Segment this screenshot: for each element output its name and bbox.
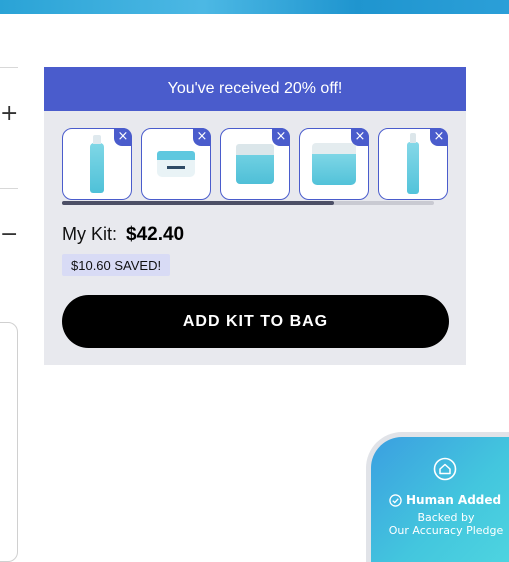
product-jar-icon (312, 143, 356, 185)
divider (0, 188, 18, 189)
kit-item[interactable]: × (62, 128, 132, 200)
product-jar-icon (157, 151, 195, 177)
remove-item-icon[interactable]: × (114, 128, 132, 146)
kit-total-price: $42.40 (126, 224, 185, 245)
kit-item[interactable]: × (299, 128, 369, 200)
house-shield-icon (433, 457, 457, 481)
kit-item[interactable]: × (141, 128, 211, 200)
remove-item-icon[interactable]: × (193, 128, 211, 146)
product-jar-icon (236, 144, 274, 184)
pledge-line-1: Backed by (417, 511, 475, 524)
remove-item-icon[interactable]: × (272, 128, 290, 146)
carousel-scrollbar[interactable] (62, 201, 434, 205)
discount-message: You've received 20% off! (167, 80, 343, 97)
pledge-line-2: Our Accuracy Pledge (388, 524, 504, 537)
discount-header: You've received 20% off! (44, 67, 466, 111)
divider (0, 67, 18, 68)
remove-item-icon[interactable]: × (351, 128, 369, 146)
add-kit-to-bag-label: ADD KIT TO BAG (182, 312, 329, 330)
add-kit-to-bag-button[interactable]: ADD KIT TO BAG (62, 295, 449, 348)
carousel-scroll-thumb[interactable] (62, 201, 334, 205)
accuracy-pledge-badge[interactable]: Human Added Backed by Our Accuracy Pledg… (366, 432, 509, 562)
kit-total: My Kit: $42.40 (62, 224, 184, 246)
left-card (0, 322, 18, 562)
remove-item-icon[interactable]: × (430, 128, 448, 146)
kit-builder-panel: You've received 20% off! × × × × × My Ki… (44, 67, 466, 365)
product-bottle-icon (407, 133, 419, 194)
product-bottle-icon (90, 135, 104, 193)
savings-text: $10.60 SAVED! (71, 257, 162, 273)
check-circle-icon (389, 493, 402, 507)
kit-item[interactable]: × (220, 128, 290, 200)
pledge-title: Human Added (389, 493, 501, 507)
minus-icon[interactable]: − (0, 224, 18, 246)
kit-items-carousel[interactable]: × × × × × (62, 128, 452, 202)
kit-total-label: My Kit: (62, 224, 118, 244)
plus-icon[interactable]: + (0, 103, 18, 125)
kit-item[interactable]: × (378, 128, 448, 200)
top-banner (0, 0, 509, 14)
savings-badge: $10.60 SAVED! (62, 254, 171, 276)
pledge-title-text: Human Added (406, 493, 502, 507)
